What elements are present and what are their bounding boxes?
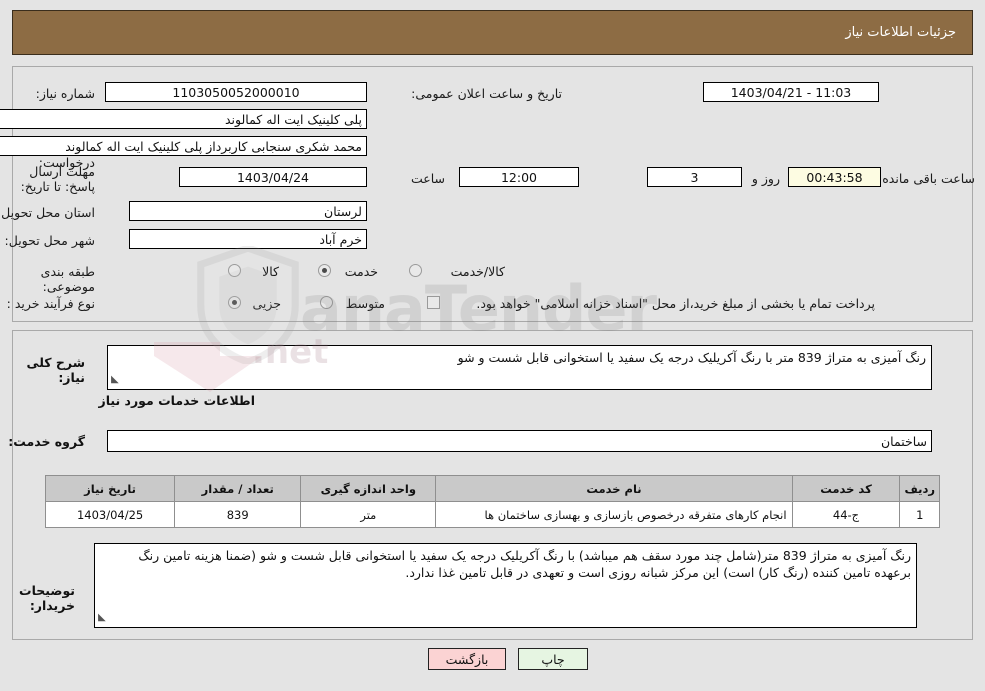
treasury-bond-checkbox[interactable] xyxy=(427,296,440,309)
general-desc-label: شرح کلی نیاز: xyxy=(26,355,85,385)
need-number-label: شماره نیاز: xyxy=(35,86,95,101)
category-radio-khedmat[interactable] xyxy=(318,264,331,277)
buyer-notes-label: توضیحات خریدار: xyxy=(19,583,75,613)
deadline-countdown-label: ساعت باقی مانده xyxy=(882,171,975,186)
deadline-time-label: ساعت xyxy=(410,171,445,186)
th-name: نام خدمت xyxy=(435,475,793,502)
th-qty: تعداد / مقدار xyxy=(174,475,302,502)
need-info-panel xyxy=(12,66,973,322)
service-group-label: گروه خدمت: xyxy=(8,434,85,449)
city-label: شهر محل تحویل: xyxy=(4,233,95,248)
cell-name: انجام کارهای متفرقه درخصوص بازسازی و بهس… xyxy=(435,501,793,528)
deadline-time-field: 12:00 xyxy=(459,167,579,187)
need-number-field: 1103050052000010 xyxy=(105,82,367,102)
resize-grip-icon[interactable]: ◢ xyxy=(111,371,119,388)
purchase-type-radio-jozee[interactable] xyxy=(228,296,241,309)
purchase-type-radio-motavasset[interactable] xyxy=(320,296,333,309)
back-button[interactable]: بازگشت xyxy=(428,648,506,670)
city-field: خرم آباد xyxy=(129,229,367,249)
general-desc-text: رنگ آمیزی به متراژ 839 متر با رنگ آکریلی… xyxy=(457,350,926,365)
table-header-row: ردیف کد خدمت نام خدمت واحد اندازه گیری ت… xyxy=(44,475,940,502)
print-button[interactable]: چاپ xyxy=(518,648,588,670)
service-group-field: ساختمان xyxy=(107,430,932,452)
purchase-type-label: نوع فرآیند خرید : xyxy=(6,296,95,311)
purchase-type-option-motavasset: متوسط xyxy=(345,296,385,311)
province-label: استان محل تحویل: xyxy=(0,205,95,220)
buyer-notes-text: رنگ آمیزی به متراژ 839 متر(شامل چند مورد… xyxy=(138,548,911,580)
purchase-type-option-jozee: جزیی xyxy=(252,296,281,311)
deadline-date-field: 1403/04/24 xyxy=(179,167,367,187)
category-label: طبقه بندی موضوعی: xyxy=(40,264,95,294)
requester-field: محمد شکری سنجابی کاربرداز پلی کلینیک ایت… xyxy=(0,136,367,156)
category-option-kala-khedmat: کالا/خدمت xyxy=(450,264,505,279)
services-table: ردیف کد خدمت نام خدمت واحد اندازه گیری ت… xyxy=(44,475,940,528)
cell-date: 1403/04/25 xyxy=(44,501,176,528)
page-header: جزئیات اطلاعات نیاز xyxy=(12,10,973,55)
province-field: لرستان xyxy=(129,201,367,221)
th-code: کد خدمت xyxy=(791,475,901,502)
deadline-label: مهلت ارسال پاسخ: تا تاریخ: xyxy=(20,164,95,194)
announce-datetime-label: تاریخ و ساعت اعلان عمومی: xyxy=(411,86,562,101)
cell-qty: 839 xyxy=(174,501,302,528)
category-option-kala: کالا xyxy=(262,264,279,279)
buyer-org-field: پلی کلینیک ایت اله کمالوند xyxy=(0,109,367,129)
th-date: تاریخ نیاز xyxy=(44,475,176,502)
category-option-khedmat: خدمت xyxy=(344,264,378,279)
services-heading: اطلاعات خدمات مورد نیاز xyxy=(98,393,256,408)
table-row: 1 ج-44 انجام کارهای متفرقه درخصوص بازساز… xyxy=(44,501,940,528)
page-root: جزئیات اطلاعات نیاز شماره نیاز: 11030500… xyxy=(0,0,985,691)
deadline-days-label: روز و xyxy=(751,171,780,186)
treasury-bond-label: پرداخت تمام یا بخشی از مبلغ خرید،از محل … xyxy=(476,296,875,311)
cell-code: ج-44 xyxy=(791,501,901,528)
page-title: جزئیات اطلاعات نیاز xyxy=(845,25,956,40)
deadline-countdown-field: 00:43:58 xyxy=(788,167,881,187)
th-row: ردیف xyxy=(899,475,940,502)
category-radio-kala-khedmat[interactable] xyxy=(409,264,422,277)
general-desc-textarea[interactable]: رنگ آمیزی به متراژ 839 متر با رنگ آکریلی… xyxy=(107,345,932,390)
announce-datetime-field: 1403/04/21 - 11:03 xyxy=(703,82,879,102)
buyer-notes-textarea[interactable]: رنگ آمیزی به متراژ 839 متر(شامل چند مورد… xyxy=(94,543,917,628)
deadline-days-field: 3 xyxy=(647,167,742,187)
cell-row: 1 xyxy=(899,501,940,528)
resize-grip-icon-2[interactable]: ◢ xyxy=(98,609,106,626)
category-radio-kala[interactable] xyxy=(228,264,241,277)
th-unit: واحد اندازه گیری xyxy=(300,475,437,502)
cell-unit: متر xyxy=(300,501,437,528)
